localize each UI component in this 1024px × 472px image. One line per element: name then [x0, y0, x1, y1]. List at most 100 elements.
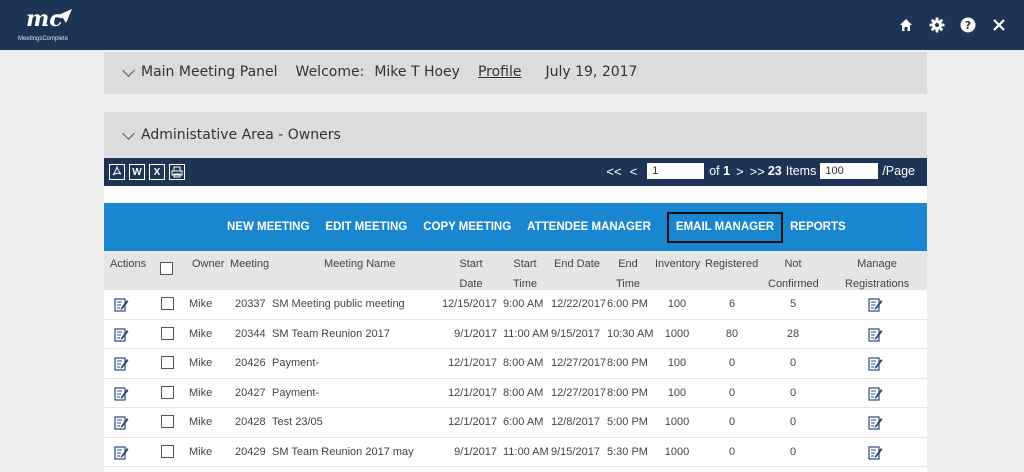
page-size-input[interactable]	[820, 163, 879, 179]
chevron-down-icon[interactable]	[122, 126, 135, 140]
reports-button[interactable]: REPORTS	[790, 221, 846, 233]
current-date: July 19, 2017	[545, 64, 638, 80]
cell-end-date: 12/8/2017	[551, 416, 600, 428]
table-row[interactable]: Mike 20426 Payment- 12/1/2017 8:00 AM 12…	[104, 349, 927, 379]
col-actions: Actions	[110, 258, 147, 270]
total-pages: 1	[723, 164, 731, 178]
table-row[interactable]: Mike 20344 SM Team Reunion 2017 9/1/2017…	[104, 320, 927, 349]
next-page-button[interactable]: >	[736, 164, 744, 179]
cell-owner: Mike	[189, 445, 213, 458]
word-export-icon[interactable]: W	[129, 164, 145, 180]
cell-meeting-name: SM Meeting public meeting	[272, 298, 405, 310]
cell-owner: Mike	[189, 327, 213, 340]
manage-registrations-icon[interactable]	[868, 327, 883, 345]
close-icon[interactable]	[989, 15, 1008, 34]
edit-icon[interactable]	[114, 327, 129, 345]
col-end-time[interactable]: End Time	[615, 256, 641, 292]
chevron-down-icon[interactable]	[122, 63, 135, 77]
cell-inventory: 100	[667, 298, 687, 310]
attendee-manager-button[interactable]: ATTENDEE MANAGER	[527, 221, 651, 233]
manage-registrations-icon[interactable]	[868, 415, 883, 433]
new-meeting-button[interactable]: NEW MEETING	[227, 221, 309, 233]
cell-not-confirmed: 0	[789, 445, 797, 458]
excel-export-icon[interactable]: X	[149, 164, 165, 180]
cell-meeting-name: SM Team Reunion 2017 may	[272, 445, 414, 458]
col-registered[interactable]: Registered	[705, 256, 758, 272]
manage-registrations-icon[interactable]	[868, 386, 883, 404]
manage-registrations-icon[interactable]	[868, 297, 883, 315]
help-icon[interactable]: ?	[958, 15, 977, 34]
page-input[interactable]	[647, 163, 705, 179]
home-icon[interactable]	[896, 15, 915, 34]
row-checkbox[interactable]	[161, 356, 174, 369]
col-start-date-l1: Start	[459, 258, 483, 270]
table-row[interactable]: Mike 20337 SM Meeting public meeting 12/…	[104, 290, 927, 320]
col-meeting[interactable]: Meeting	[230, 256, 269, 272]
col-inventory[interactable]: Inventory	[655, 256, 700, 272]
cell-start-date: 12/15/2017	[441, 298, 497, 310]
select-all-checkbox[interactable]	[160, 262, 173, 275]
cell-start-time: 8:00 AM	[503, 357, 544, 369]
cell-meeting-name: SM Team Reunion 2017	[272, 327, 390, 340]
row-checkbox[interactable]	[161, 444, 174, 458]
col-end-time-l1: End	[618, 258, 638, 270]
cell-inventory: 1000	[664, 416, 690, 428]
cell-end-date: 9/15/2017	[551, 445, 600, 458]
action-bar: NEW MEETING EDIT MEETING COPY MEETING AT…	[104, 203, 927, 251]
col-start-time[interactable]: Start Time	[511, 256, 539, 292]
gear-icon[interactable]	[927, 15, 946, 34]
pager: << < of 1 > >> 23 Items /Page	[606, 163, 915, 179]
table-row[interactable]: Mike 20428 Test 23/05 12/1/2017 6:00 AM …	[104, 408, 927, 438]
col-owner[interactable]: Owner	[192, 256, 224, 272]
row-checkbox[interactable]	[161, 415, 174, 428]
cell-inventory: 1000	[664, 445, 690, 458]
cell-end-time: 10:30 AM	[607, 327, 654, 340]
app-logo[interactable]: mc MeetingsComplete	[18, 6, 78, 44]
table-row[interactable]: Mike 20427 Payment- 12/1/2017 8:00 AM 12…	[104, 379, 927, 408]
top-icons: ?	[896, 15, 1008, 34]
edit-icon[interactable]	[114, 386, 129, 404]
col-start-date[interactable]: Start Date	[456, 256, 486, 292]
edit-meeting-button[interactable]: EDIT MEETING	[325, 221, 407, 233]
first-page-button[interactable]: <<	[606, 164, 621, 179]
table-header: Actions Owner Meeting Meeting Name Start…	[104, 251, 927, 290]
admin-panel-title[interactable]: Administative Area - Owners	[141, 127, 341, 143]
col-meeting-name[interactable]: Meeting Name	[324, 256, 396, 272]
table-row[interactable]: Mike 20429 SM Team Reunion 2017 may 9/1/…	[104, 438, 927, 467]
edit-icon[interactable]	[114, 356, 129, 374]
prev-page-button[interactable]: <	[630, 164, 638, 179]
last-page-button[interactable]: >>	[750, 164, 765, 179]
pdf-export-icon[interactable]	[109, 164, 125, 180]
col-start-time-l1: Start	[513, 258, 537, 270]
row-checkbox[interactable]	[161, 297, 174, 310]
edit-icon[interactable]	[114, 297, 129, 315]
print-icon[interactable]	[169, 164, 185, 180]
edit-icon[interactable]	[114, 445, 129, 463]
cell-meeting: 20337	[235, 298, 266, 310]
cell-registered: 6	[728, 298, 736, 310]
col-not-confirmed[interactable]: Not Confirmed	[768, 256, 819, 292]
cell-start-time: 11:00 AM	[503, 445, 549, 458]
row-checkbox[interactable]	[161, 326, 174, 340]
col-not-confirmed-l1: Not	[784, 258, 802, 270]
cell-meeting-name: Payment-	[272, 386, 320, 399]
cell-owner: Mike	[189, 298, 213, 310]
col-end-date[interactable]: End Date	[554, 256, 600, 272]
row-checkbox[interactable]	[161, 385, 174, 399]
cell-inventory: 100	[667, 357, 687, 369]
cell-end-time: 5:00 PM	[607, 416, 648, 428]
profile-link[interactable]: Profile	[478, 64, 522, 80]
edit-icon[interactable]	[114, 415, 129, 433]
main-meeting-panel: Main Meeting Panel Welcome: Mike T Hoey …	[104, 52, 927, 94]
cell-registered: 0	[728, 386, 736, 399]
panel-title[interactable]: Main Meeting Panel	[141, 64, 278, 80]
manage-registrations-icon[interactable]	[868, 445, 883, 463]
manage-registrations-icon[interactable]	[868, 356, 883, 374]
cell-not-confirmed: 28	[786, 327, 800, 340]
copy-meeting-button[interactable]: COPY MEETING	[423, 221, 511, 233]
cell-meeting-name: Test 23/05	[272, 416, 323, 428]
user-name: Mike T Hoey	[374, 64, 460, 80]
cell-owner: Mike	[189, 416, 213, 428]
email-manager-button[interactable]: EMAIL MANAGER	[666, 211, 784, 243]
cell-end-time: 8:00 PM	[607, 386, 648, 399]
